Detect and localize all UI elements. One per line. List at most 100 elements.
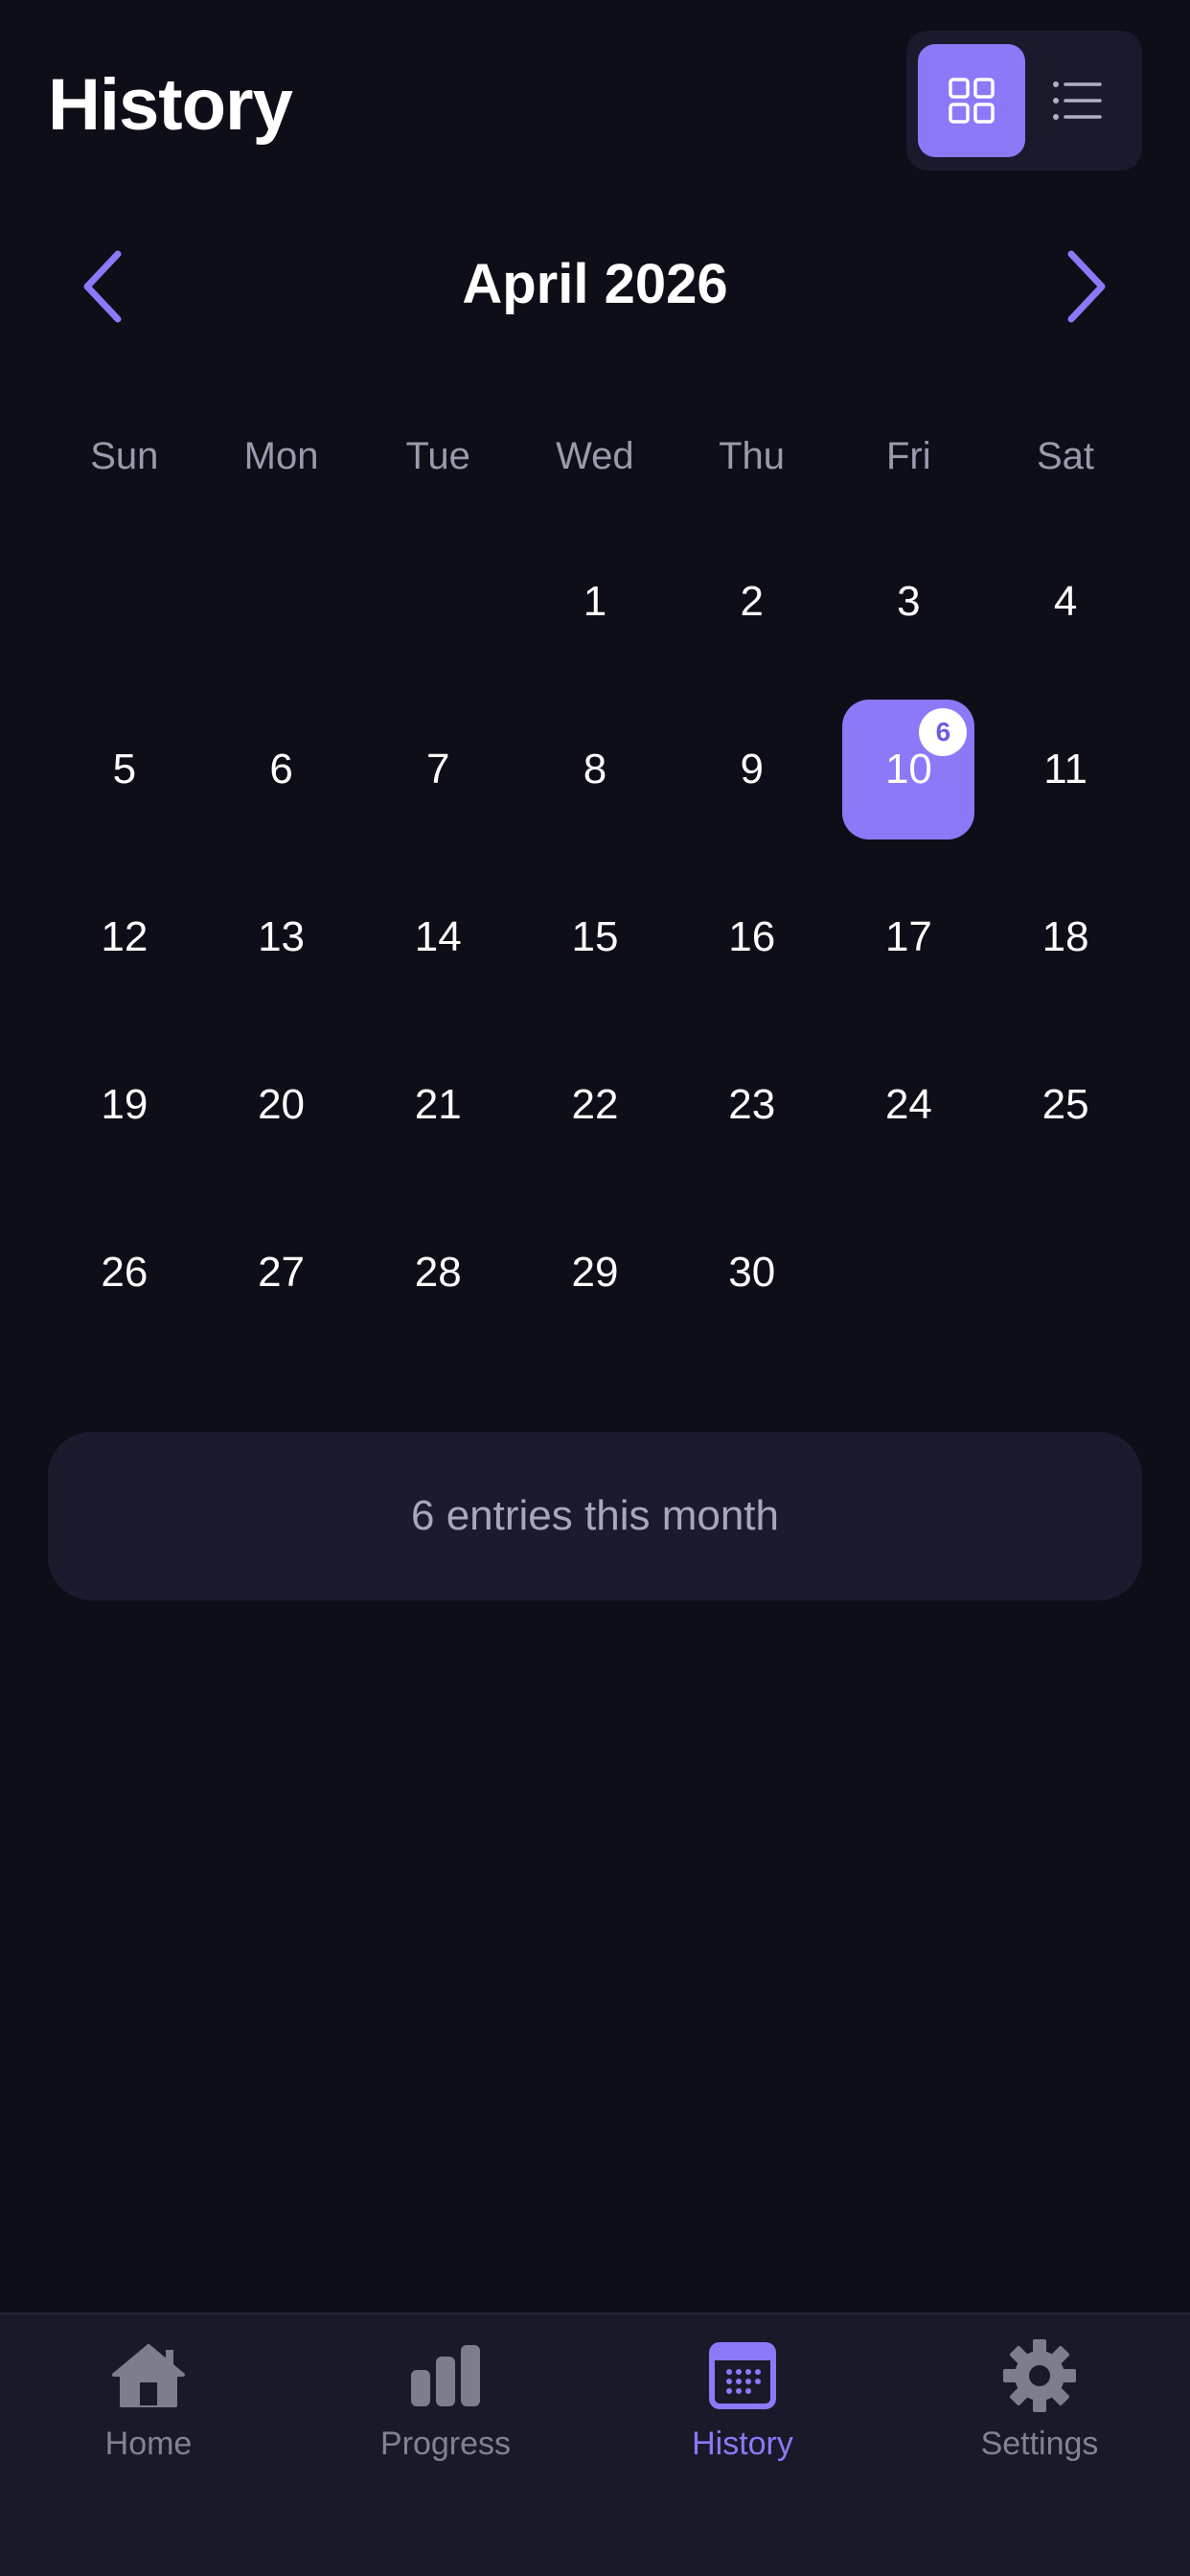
day-number: 24 bbox=[884, 1080, 932, 1128]
day-cell-10[interactable]: 10 6 bbox=[831, 685, 988, 853]
day-number: 15 bbox=[571, 912, 619, 960]
bar-chart-icon bbox=[411, 2345, 480, 2406]
gear-icon bbox=[1003, 2339, 1076, 2412]
previous-month-button[interactable] bbox=[64, 243, 141, 330]
weekday-thu: Thu bbox=[719, 435, 786, 477]
day-number: 19 bbox=[101, 1080, 149, 1128]
day-cell-16[interactable]: 16 bbox=[674, 853, 831, 1021]
chevron-right-icon bbox=[1067, 250, 1106, 323]
nav-label-home: Home bbox=[104, 2426, 193, 2462]
weekday-fri: Fri bbox=[885, 435, 931, 477]
calendar-grid: 1 2 3 4 5 6 7 8 9 10 6 11 12 13 14 15 16 17 18 19 20 21 22 23 24… bbox=[46, 518, 1144, 1356]
day-cell-25[interactable]: 25 bbox=[987, 1021, 1144, 1188]
day-cell-8[interactable]: 8 bbox=[516, 685, 674, 853]
day-number: 5 bbox=[112, 745, 137, 793]
next-month-button[interactable] bbox=[1048, 243, 1125, 330]
empty-day-cell bbox=[359, 518, 516, 685]
day-number: 18 bbox=[1041, 912, 1089, 960]
day-number: 29 bbox=[571, 1248, 619, 1296]
day-number: 22 bbox=[571, 1080, 619, 1128]
list-view-icon bbox=[1053, 81, 1102, 120]
day-cell-30[interactable]: 30 bbox=[674, 1188, 831, 1356]
day-cell-28[interactable]: 28 bbox=[359, 1188, 516, 1356]
bottom-navigation: Home Progress History Settings bbox=[0, 2312, 1190, 2576]
day-cell-22[interactable]: 22 bbox=[516, 1021, 674, 1188]
day-cell-14[interactable]: 14 bbox=[359, 853, 516, 1021]
day-cell-4[interactable]: 4 bbox=[987, 518, 1144, 685]
day-cell-29[interactable]: 29 bbox=[516, 1188, 674, 1356]
day-cell-27[interactable]: 27 bbox=[203, 1188, 360, 1356]
day-number: 28 bbox=[414, 1248, 462, 1296]
day-number: 12 bbox=[101, 912, 149, 960]
day-number: 13 bbox=[258, 912, 306, 960]
day-number: 21 bbox=[414, 1080, 462, 1128]
day-cell-23[interactable]: 23 bbox=[674, 1021, 831, 1188]
day-number: 20 bbox=[258, 1080, 306, 1128]
day-number: 17 bbox=[884, 912, 932, 960]
nav-label-settings: Settings bbox=[980, 2426, 1099, 2462]
day-cell-18[interactable]: 18 bbox=[987, 853, 1144, 1021]
day-cell-7[interactable]: 7 bbox=[359, 685, 516, 853]
day-number: 26 bbox=[101, 1248, 149, 1296]
day-number: 16 bbox=[728, 912, 776, 960]
day-number: 7 bbox=[426, 745, 450, 793]
day-number: 4 bbox=[1053, 577, 1078, 625]
day-number: 27 bbox=[258, 1248, 306, 1296]
history-screen: History April 2026 Sun Mon Tue Wed Thu F… bbox=[0, 0, 1190, 2576]
list-view-button[interactable] bbox=[1023, 44, 1131, 157]
day-number: 11 bbox=[1043, 745, 1087, 793]
nav-item-history[interactable]: History bbox=[594, 2339, 891, 2463]
day-cell-17[interactable]: 17 bbox=[831, 853, 988, 1021]
nav-label-history: History bbox=[692, 2426, 793, 2462]
day-cell-20[interactable]: 20 bbox=[203, 1021, 360, 1188]
day-cell-12[interactable]: 12 bbox=[46, 853, 203, 1021]
day-cell-1[interactable]: 1 bbox=[516, 518, 674, 685]
day-number: 9 bbox=[740, 745, 764, 793]
nav-item-progress[interactable]: Progress bbox=[297, 2339, 594, 2463]
day-number: 1 bbox=[583, 577, 607, 625]
day-number: 2 bbox=[740, 577, 764, 625]
day-number: 8 bbox=[583, 745, 607, 793]
grid-view-icon bbox=[949, 78, 995, 124]
day-number: 30 bbox=[728, 1248, 776, 1296]
home-icon bbox=[112, 2344, 185, 2407]
month-summary-card: 6 entries this month bbox=[48, 1432, 1142, 1600]
empty-day-cell bbox=[203, 518, 360, 685]
day-number: 3 bbox=[897, 577, 921, 625]
calendar-icon bbox=[709, 2342, 776, 2409]
weekday-mon: Mon bbox=[243, 435, 319, 477]
weekday-sun: Sun bbox=[90, 435, 159, 477]
grid-view-button[interactable] bbox=[918, 44, 1025, 157]
day-number: 23 bbox=[728, 1080, 776, 1128]
day-cell-21[interactable]: 21 bbox=[359, 1021, 516, 1188]
view-toggle bbox=[906, 31, 1142, 171]
weekday-tue: Tue bbox=[405, 435, 470, 477]
day-cell-24[interactable]: 24 bbox=[831, 1021, 988, 1188]
empty-day-cell bbox=[46, 518, 203, 685]
day-cell-3[interactable]: 3 bbox=[831, 518, 988, 685]
day-cell-9[interactable]: 9 bbox=[674, 685, 831, 853]
day-cell-15[interactable]: 15 bbox=[516, 853, 674, 1021]
day-number: 6 bbox=[269, 745, 293, 793]
page-title: History bbox=[48, 64, 293, 146]
month-summary-text: 6 entries this month bbox=[411, 1492, 779, 1539]
day-number: 25 bbox=[1041, 1080, 1089, 1128]
day-number: 14 bbox=[414, 912, 462, 960]
day-number: 10 bbox=[884, 745, 932, 793]
day-cell-26[interactable]: 26 bbox=[46, 1188, 203, 1356]
day-cell-2[interactable]: 2 bbox=[674, 518, 831, 685]
entry-count-badge: 6 bbox=[919, 707, 968, 756]
month-label: April 2026 bbox=[462, 253, 728, 315]
nav-item-settings[interactable]: Settings bbox=[891, 2339, 1188, 2463]
day-cell-11[interactable]: 11 bbox=[987, 685, 1144, 853]
day-cell-13[interactable]: 13 bbox=[203, 853, 360, 1021]
weekday-sat: Sat bbox=[1036, 435, 1094, 477]
weekday-header: Sun Mon Tue Wed Thu Fri Sat bbox=[46, 437, 1144, 475]
weekday-wed: Wed bbox=[556, 435, 634, 477]
day-cell-6[interactable]: 6 bbox=[203, 685, 360, 853]
day-cell-5[interactable]: 5 bbox=[46, 685, 203, 853]
nav-label-progress: Progress bbox=[379, 2426, 512, 2462]
nav-item-home[interactable]: Home bbox=[0, 2339, 297, 2463]
day-cell-19[interactable]: 19 bbox=[46, 1021, 203, 1188]
chevron-left-icon bbox=[83, 250, 122, 323]
